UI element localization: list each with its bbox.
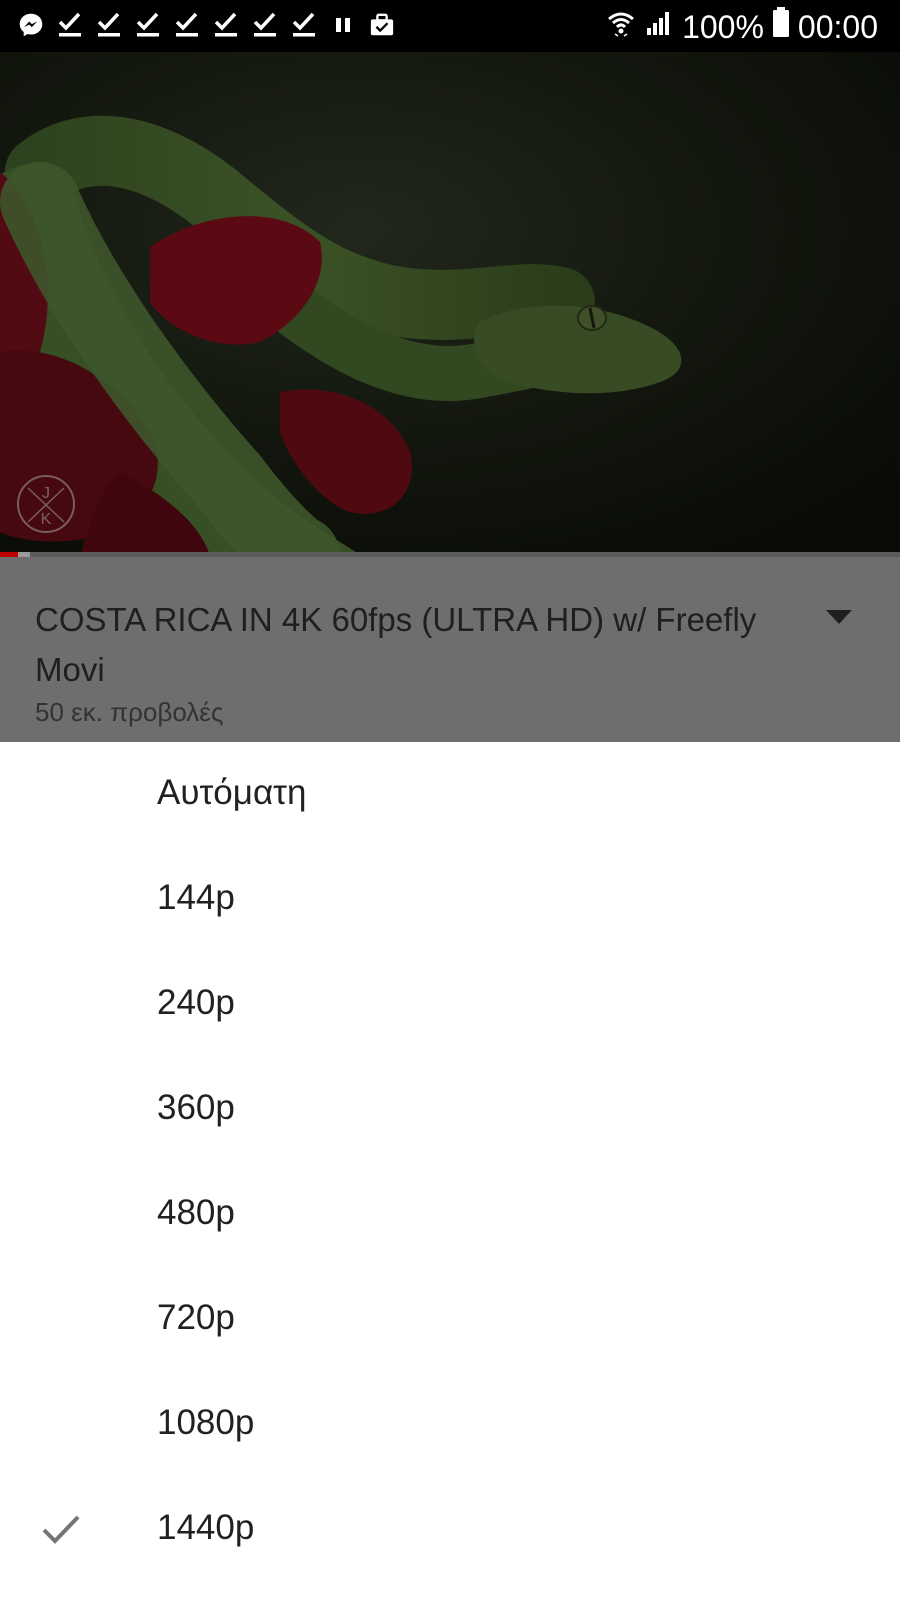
clock: 00:00 [797, 8, 878, 45]
quality-option-1440p[interactable]: 1440p [0, 1477, 900, 1582]
system-status: 100% 00:00 [606, 6, 878, 47]
quality-option-144p[interactable]: 144p [0, 847, 900, 952]
notification-icons [18, 10, 395, 40]
selected-check-icon [42, 1515, 80, 1544]
briefcase-icon [369, 10, 395, 40]
video-player[interactable]: J K [0, 52, 900, 556]
expand-description-icon[interactable] [824, 607, 854, 627]
quality-option-720p[interactable]: 720p [0, 1267, 900, 1372]
quality-option-480p[interactable]: 480p [0, 1162, 900, 1267]
signal-icon [644, 7, 674, 47]
quality-option-auto[interactable]: Αυτόματη [0, 742, 900, 847]
battery-icon [772, 6, 790, 47]
check-icon [57, 10, 83, 40]
messenger-icon [18, 10, 44, 40]
quality-option-label: 480p [157, 1193, 235, 1232]
view-count: 50 εκ. προβολές [35, 697, 224, 727]
check-icon [213, 10, 239, 40]
quality-option-label: 240p [157, 983, 235, 1022]
video-title[interactable]: COSTA RICA IN 4K 60fps (ULTRA HD) w/ Fre… [35, 595, 795, 695]
quality-menu: Αυτόματη 144p 240p 360p 480p 720p 1080p … [0, 742, 900, 1600]
pause-icon [330, 10, 356, 40]
screen: 100% 00:00 J K COSTA RICA IN 4K 60fps (U… [0, 0, 900, 1600]
check-icon [96, 10, 122, 40]
quality-option-label: 720p [157, 1298, 235, 1337]
quality-option-240p[interactable]: 240p [0, 952, 900, 1057]
video-thumbnail: J K [0, 52, 900, 556]
video-info-panel: COSTA RICA IN 4K 60fps (ULTRA HD) w/ Fre… [0, 557, 900, 742]
check-icon [174, 10, 200, 40]
battery-percent: 100% [682, 8, 764, 45]
quality-option-360p[interactable]: 360p [0, 1057, 900, 1162]
quality-option-label: 1440p [157, 1508, 255, 1547]
quality-option-label: Αυτόματη [157, 773, 307, 812]
quality-option-label: 144p [157, 878, 235, 917]
wifi-icon [606, 7, 636, 47]
quality-option-label: 1080p [157, 1403, 255, 1442]
quality-option-label: 360p [157, 1088, 235, 1127]
check-icon [291, 10, 317, 40]
quality-option-1080p[interactable]: 1080p [0, 1372, 900, 1477]
status-bar: 100% 00:00 [0, 0, 900, 52]
check-icon [135, 10, 161, 40]
check-icon [252, 10, 278, 40]
